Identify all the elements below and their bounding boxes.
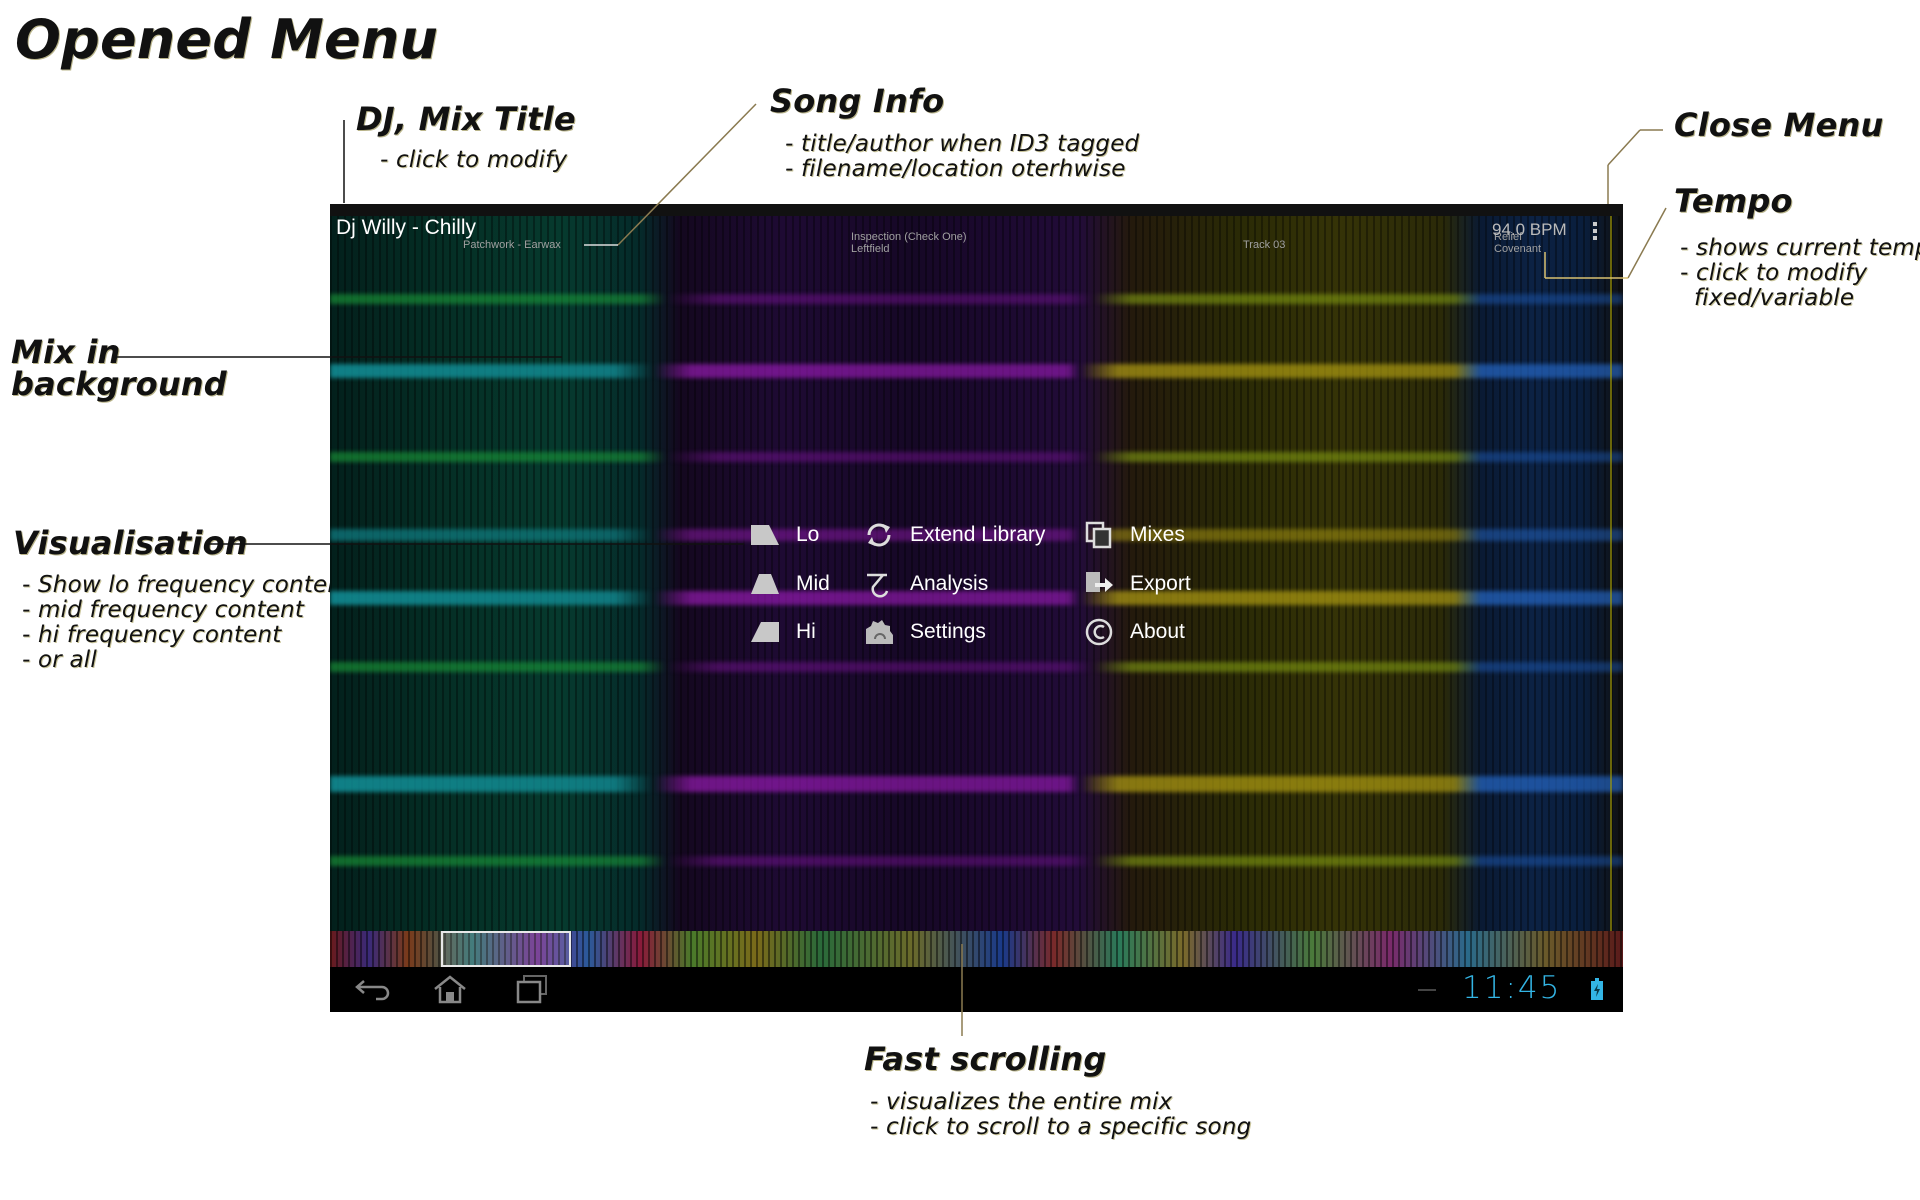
song-info: Patchwork - Earwax: [463, 239, 561, 251]
song-artist: Leftfield: [851, 243, 890, 255]
menu-item-label: Analysis: [910, 572, 989, 595]
song-title: Track 03: [1243, 239, 1286, 251]
menu-item-about[interactable]: About: [1082, 613, 1185, 651]
annotation-note: - shows current tempo: [1680, 235, 1920, 261]
export-icon: [1082, 569, 1116, 599]
refresh-icon: [862, 520, 896, 550]
mix-title[interactable]: Dj Willy - Chilly: [336, 216, 476, 240]
annotation-tempo-heading: Tempo: [1674, 182, 1793, 220]
menu-item-settings[interactable]: Settings: [862, 613, 986, 651]
song-title: Patchwork - Earwax: [463, 239, 561, 251]
frequency-band: [330, 452, 1623, 462]
annotation-note: - hi frequency content: [22, 622, 282, 648]
copyright-icon: [1082, 617, 1116, 647]
song-title: Inspection (Check One): [851, 231, 967, 243]
app-screen: Dj Willy - Chilly Patchwork - Earwax Ins…: [330, 204, 1623, 1012]
annotation-visualisation-heading: Visualisation: [13, 524, 248, 562]
annotation-note: - filename/location oterhwise: [785, 156, 1126, 182]
menu-item-label: Extend Library: [910, 523, 1046, 546]
frequency-band: [330, 364, 1623, 378]
menu-item-label: Mid: [796, 572, 830, 595]
menu-item-label: Export: [1130, 572, 1191, 595]
annotation-note: - or all: [22, 647, 97, 673]
annotation-note: - click to scroll to a specific song: [870, 1114, 1252, 1140]
annotation-heading-line: Mix in: [11, 333, 121, 371]
menu-item-extend-library[interactable]: Extend Library: [862, 516, 1045, 554]
menu-item-hi[interactable]: Hi: [748, 613, 816, 651]
annotation-fast-scrolling-heading: Fast scrolling: [864, 1040, 1107, 1078]
menu-item-analysis[interactable]: Analysis: [862, 565, 988, 603]
frequency-band: [330, 662, 1623, 672]
tempo-display[interactable]: 94.0 BPM: [1492, 220, 1567, 240]
annotation-note: - title/author when ID3 tagged: [785, 131, 1140, 157]
home-icon[interactable]: [430, 973, 470, 1005]
frequency-band: [330, 776, 1623, 792]
menu-item-mixes[interactable]: Mixes: [1082, 516, 1185, 554]
annotation-song-info-notes: - title/author when ID3 tagged - filenam…: [785, 132, 1139, 182]
menu-item-label: Hi: [796, 620, 816, 643]
song-info: Track 03: [1243, 239, 1285, 251]
menu-item-label: About: [1130, 620, 1185, 643]
copy-icon: [1082, 520, 1116, 550]
annotation-visualisation-notes: - Show lo frequency content - mid freque…: [22, 573, 351, 673]
system-navigation-bar: 11:45: [330, 967, 1623, 1012]
song-info: Inspection (Check One) Leftfield: [851, 231, 967, 255]
annotation-dj-mix-title-notes: - click to modify: [380, 148, 567, 173]
annotation-dj-mix-title-heading: DJ, Mix Title: [356, 100, 576, 138]
annotation-note: - mid frequency content: [22, 597, 305, 623]
frequency-band: [330, 294, 1623, 304]
settings-icon: [862, 617, 896, 647]
notification-divider: [1418, 989, 1436, 991]
annotation-note: - visualizes the entire mix: [870, 1089, 1173, 1115]
annotation-song-info-heading: Song Info: [770, 82, 945, 120]
annotation-note: - click to modify: [1680, 260, 1868, 286]
annotation-note: fixed/variable: [1694, 285, 1855, 311]
fast-scroll-strip[interactable]: [330, 931, 1623, 967]
lo-frequency-icon: [748, 520, 782, 550]
recent-apps-icon[interactable]: [512, 973, 552, 1005]
menu-item-export[interactable]: Export: [1082, 565, 1191, 603]
back-icon[interactable]: [352, 973, 392, 1005]
mid-frequency-icon: [748, 569, 782, 599]
position-marker: [1610, 216, 1612, 931]
annotation-mix-background-heading: Mix in background: [11, 336, 227, 400]
song-artist: Covenant: [1494, 243, 1542, 255]
annotation-note: - click to modify: [380, 147, 568, 173]
annotation-fast-scrolling-notes: - visualizes the entire mix - click to s…: [870, 1090, 1251, 1140]
battery-icon: [1591, 978, 1603, 1000]
annotation-tempo-notes: - shows current tempo - click to modify …: [1680, 236, 1920, 311]
fast-scroll-window[interactable]: [441, 931, 571, 967]
menu-item-mid[interactable]: Mid: [748, 565, 830, 603]
annotation-heading-line: background: [11, 365, 227, 403]
menu-item-label: Lo: [796, 523, 820, 546]
annotation-close-menu-heading: Close Menu: [1674, 106, 1884, 144]
frequency-band: [330, 856, 1623, 866]
hi-frequency-icon: [748, 617, 782, 647]
overflow-menu-icon[interactable]: [1590, 222, 1600, 248]
analysis-icon: [862, 569, 896, 599]
menu-item-lo[interactable]: Lo: [748, 516, 819, 554]
status-clock: 11:45: [1462, 970, 1562, 1006]
annotation-note: - Show lo frequency content: [22, 572, 352, 598]
page-title: Opened Menu: [15, 8, 439, 71]
menu-item-label: Mixes: [1130, 523, 1185, 546]
menu-item-label: Settings: [910, 620, 986, 643]
